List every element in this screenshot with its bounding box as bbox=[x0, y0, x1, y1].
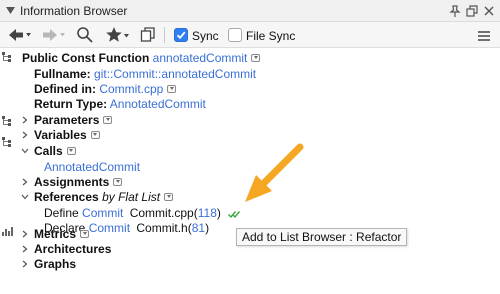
return-type-label: Return Type: bbox=[34, 97, 108, 111]
dropdown-badge-icon[interactable] bbox=[103, 115, 113, 124]
tree-node-architectures[interactable]: Architectures bbox=[34, 241, 111, 257]
tree-node-graphs[interactable]: Graphs bbox=[34, 256, 76, 272]
chevron-right-icon[interactable] bbox=[20, 241, 30, 257]
dropdown-badge-icon[interactable] bbox=[66, 146, 76, 155]
variables-label: Variables bbox=[34, 128, 87, 142]
tree-structure-icon bbox=[2, 116, 11, 126]
chevron-right-icon[interactable] bbox=[20, 226, 30, 242]
metrics-icon bbox=[2, 227, 13, 236]
fullname-member-link[interactable]: annotatedCommit bbox=[161, 67, 256, 81]
close-icon[interactable] bbox=[482, 4, 496, 18]
tree-node-references[interactable]: References by Flat List bbox=[34, 189, 174, 205]
reference-paren: ) bbox=[216, 206, 221, 220]
chevron-right-icon[interactable] bbox=[20, 174, 30, 190]
forward-icon[interactable] bbox=[40, 26, 66, 44]
toolbar-separator bbox=[164, 27, 165, 43]
file-sync-checkbox[interactable] bbox=[228, 28, 242, 42]
collapse-triangle-icon[interactable] bbox=[6, 6, 15, 15]
architectures-label: Architectures bbox=[34, 242, 112, 256]
dropdown-badge-icon[interactable] bbox=[80, 229, 90, 238]
tooltip: Add to List Browser : Refactor bbox=[236, 228, 408, 246]
calls-child-link[interactable]: AnnotatedCommit bbox=[44, 160, 140, 174]
reference-file: Commit.cpp( bbox=[129, 206, 198, 220]
reference-file: Commit.h( bbox=[136, 221, 192, 235]
dropdown-badge-icon[interactable] bbox=[167, 84, 177, 93]
return-type-link[interactable]: AnnotatedCommit bbox=[110, 97, 206, 111]
sync-checkbox[interactable] bbox=[174, 28, 188, 42]
reference-row-define[interactable]: Define Commit Commit.cpp(118) bbox=[44, 205, 241, 221]
references-label: References bbox=[34, 190, 99, 204]
assignments-label: Assignments bbox=[34, 175, 110, 189]
chevron-down-icon[interactable] bbox=[20, 189, 30, 205]
dropdown-badge-icon[interactable] bbox=[164, 192, 174, 201]
menu-icon[interactable] bbox=[476, 27, 492, 45]
fullname-row: Fullname: git::Commit::annotatedCommit bbox=[34, 66, 256, 82]
info-tree: Public Const Function annotatedCommit Fu… bbox=[0, 48, 500, 294]
file-sync-label[interactable]: File Sync bbox=[246, 29, 295, 43]
tree-node-assignments[interactable]: Assignments bbox=[34, 174, 123, 190]
undock-icon[interactable] bbox=[465, 4, 479, 18]
tree-node-variables[interactable]: Variables bbox=[34, 127, 100, 143]
function-name-link[interactable]: annotatedCommit bbox=[153, 51, 248, 65]
pin-icon[interactable] bbox=[448, 4, 462, 18]
reference-line-link[interactable]: 81 bbox=[192, 221, 205, 235]
back-icon[interactable] bbox=[6, 26, 32, 44]
fullname-class-link[interactable]: Commit bbox=[113, 67, 154, 81]
checkmark-icon[interactable] bbox=[228, 209, 241, 219]
reference-kind: Define bbox=[44, 206, 79, 220]
title-bar: Information Browser bbox=[0, 0, 500, 22]
reference-symbol-link[interactable]: Commit bbox=[89, 221, 130, 235]
tree-node-calls[interactable]: Calls bbox=[34, 143, 76, 159]
return-type-row: Return Type: AnnotatedCommit bbox=[34, 96, 206, 112]
search-icon[interactable] bbox=[76, 26, 94, 44]
chevron-down-icon[interactable] bbox=[20, 143, 30, 159]
tree-structure-icon bbox=[2, 52, 11, 62]
fullname-label: Fullname: bbox=[34, 67, 91, 81]
metrics-label: Metrics bbox=[34, 227, 77, 241]
chevron-right-icon[interactable] bbox=[20, 127, 30, 143]
calls-child-row: AnnotatedCommit bbox=[44, 159, 140, 175]
tree-node-metrics[interactable]: Metrics bbox=[34, 226, 90, 242]
window-title: Information Browser bbox=[20, 4, 128, 18]
dropdown-badge-icon[interactable] bbox=[251, 53, 261, 62]
chevron-right-icon[interactable] bbox=[20, 112, 30, 128]
parameters-label: Parameters bbox=[34, 113, 100, 127]
graphs-label: Graphs bbox=[34, 257, 77, 271]
dropdown-badge-icon[interactable] bbox=[113, 177, 123, 186]
bookmark-star-icon[interactable] bbox=[106, 26, 130, 44]
dropdown-badge-icon[interactable] bbox=[90, 130, 100, 139]
function-header[interactable]: Public Const Function annotatedCommit bbox=[22, 50, 261, 66]
defined-in-label: Defined in: bbox=[34, 82, 96, 96]
references-mode: by Flat List bbox=[102, 190, 161, 204]
calls-label: Calls bbox=[34, 144, 63, 158]
copy-icon[interactable] bbox=[140, 26, 156, 44]
reference-symbol-link[interactable]: Commit bbox=[82, 206, 123, 220]
defined-in-row: Defined in: Commit.cpp bbox=[34, 81, 177, 97]
defined-in-file-link[interactable]: Commit.cpp bbox=[99, 82, 163, 96]
function-kind: Public Const Function bbox=[22, 51, 150, 65]
tree-node-parameters[interactable]: Parameters bbox=[34, 112, 113, 128]
tree-structure-icon bbox=[2, 137, 11, 147]
fullname-namespace-link[interactable]: git bbox=[94, 67, 107, 81]
toolbar: Sync File Sync bbox=[0, 22, 500, 48]
reference-line-link[interactable]: 118 bbox=[198, 206, 217, 220]
chevron-right-icon[interactable] bbox=[20, 256, 30, 272]
checkmark-icon bbox=[176, 31, 186, 40]
reference-paren: ) bbox=[205, 221, 210, 235]
sync-label[interactable]: Sync bbox=[192, 29, 219, 43]
